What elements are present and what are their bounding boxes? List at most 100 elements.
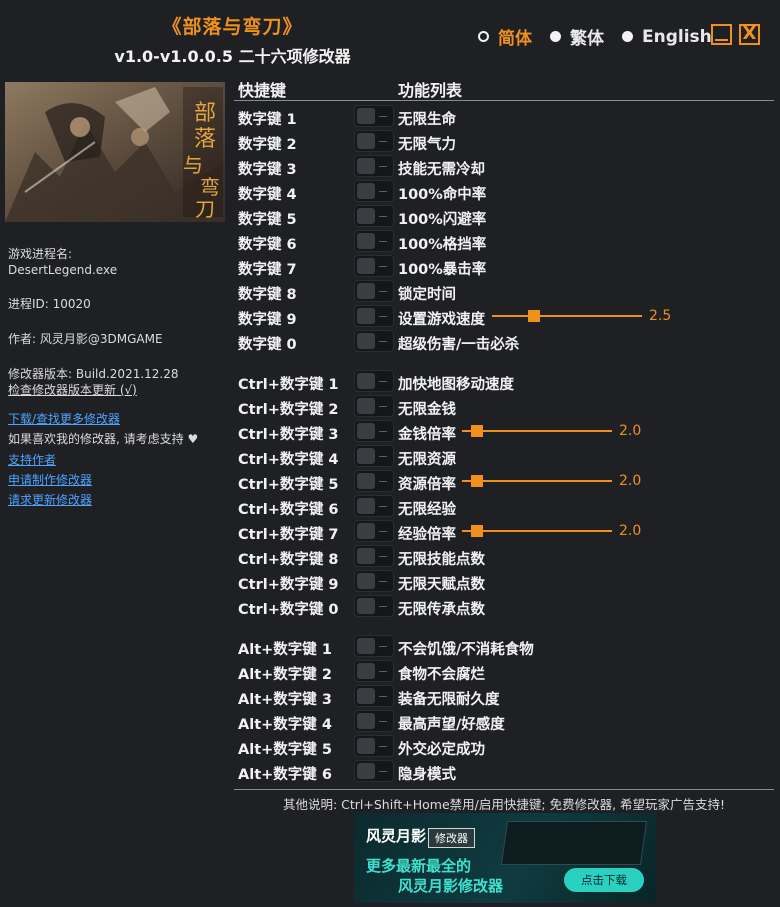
cheat-toggle[interactable] [354, 760, 394, 782]
cheat-toggle[interactable] [354, 420, 394, 442]
toggle-knob [357, 333, 375, 349]
close-icon: X [742, 23, 757, 44]
cheat-toggle[interactable] [354, 370, 394, 392]
request-update-link[interactable]: 请求更新修改器 [8, 492, 92, 508]
cover-title-char: 部 [194, 101, 216, 126]
cheat-toggle[interactable] [354, 545, 394, 567]
cheat-toggle[interactable] [354, 230, 394, 252]
toggle-knob [357, 448, 375, 464]
function-label: 无限资源 [398, 452, 456, 468]
radio-selected-icon [478, 31, 489, 42]
cheat-row: Ctrl+数字键 5 资源倍率 2.0 [238, 469, 778, 494]
radio-dot-icon [550, 31, 561, 42]
function-label: 不会饥饿/不消耗食物 [398, 642, 534, 658]
support-author-link[interactable]: 支持作者 [8, 452, 56, 468]
cheat-toggle[interactable] [354, 155, 394, 177]
cover-art: 部 落 与 弯 刀 [5, 82, 225, 222]
ad-line-2: 风灵月影修改器 [398, 877, 504, 895]
function-label: 隐身模式 [398, 767, 456, 783]
cheat-toggle[interactable] [354, 395, 394, 417]
cheat-toggle[interactable] [354, 660, 394, 682]
cheat-row: Alt+数字键 3 装备无限耐久度 [238, 684, 778, 709]
cheat-toggle[interactable] [354, 330, 394, 352]
ad-tag: 修改器 [428, 828, 475, 848]
cheat-toggle[interactable] [354, 520, 394, 542]
toggle-off-mark [379, 381, 387, 382]
cheat-toggle[interactable] [354, 305, 394, 327]
footer-divider [234, 789, 774, 790]
slider-thumb[interactable] [471, 525, 483, 537]
slider-thumb[interactable] [528, 310, 540, 322]
ad-banner[interactable]: 风灵月影 修改器 更多最新最全的 风灵月影修改器 点击下载 [354, 813, 656, 903]
toggle-off-mark [379, 581, 387, 582]
value-slider[interactable] [492, 310, 642, 322]
cheat-toggle[interactable] [354, 710, 394, 732]
function-label: 经验倍率 [398, 527, 456, 543]
slider-value: 2.0 [619, 473, 642, 489]
hotkey-label: 数字键 6 [238, 237, 297, 253]
cheat-row: 数字键 4 100%命中率 [238, 179, 778, 204]
author-info: 作者: 风灵月影@3DMGAME [8, 332, 163, 346]
function-label: 技能无需冷却 [398, 162, 485, 178]
toggle-off-mark [379, 241, 387, 242]
process-label: 游戏进程名: [8, 247, 73, 261]
toggle-knob [357, 133, 375, 149]
cheat-row: 数字键 0 超级伤害/一击必杀 [238, 329, 778, 354]
cheat-row: Ctrl+数字键 7 经验倍率 2.0 [238, 519, 778, 544]
ad-screenshot [500, 821, 648, 865]
slider-value: 2.0 [619, 523, 642, 539]
cheat-toggle[interactable] [354, 105, 394, 127]
cheat-toggle[interactable] [354, 255, 394, 277]
function-label: 超级伤害/一击必杀 [398, 337, 520, 353]
cheat-toggle[interactable] [354, 470, 394, 492]
toggle-knob [357, 573, 375, 589]
toggle-off-mark [379, 141, 387, 142]
check-update-link[interactable]: 检查修改器版本更新 (√) [8, 382, 137, 398]
ad-line-1: 更多最新最全的 [366, 857, 472, 875]
cheat-row: Alt+数字键 1 不会饥饿/不消耗食物 [238, 634, 778, 659]
value-slider[interactable] [462, 475, 612, 487]
cheat-row: Alt+数字键 2 食物不会腐烂 [238, 659, 778, 684]
toggle-off-mark [379, 431, 387, 432]
function-label: 100%格挡率 [398, 237, 487, 253]
minimize-button[interactable] [711, 24, 732, 45]
lang-simplified-radio[interactable]: 简体 [478, 24, 532, 49]
lang-english-radio[interactable]: English [622, 27, 712, 47]
hotkey-header: 快捷键 [238, 81, 287, 100]
cheat-row: 数字键 6 100%格挡率 [238, 229, 778, 254]
ad-download-button[interactable]: 点击下载 [564, 868, 644, 892]
hotkey-label: Ctrl+数字键 0 [238, 602, 339, 618]
cheat-toggle[interactable] [354, 685, 394, 707]
cheat-row: Ctrl+数字键 9 无限天赋点数 [238, 569, 778, 594]
hotkey-label: Alt+数字键 3 [238, 692, 332, 708]
toggle-knob [357, 158, 375, 174]
game-title: 《部落与弯刀》 [162, 16, 303, 38]
cheat-toggle[interactable] [354, 595, 394, 617]
close-button[interactable]: X [739, 24, 760, 45]
cheat-row: Ctrl+数字键 6 无限经验 [238, 494, 778, 519]
svg-text:落: 落 [194, 127, 216, 152]
cheat-toggle[interactable] [354, 205, 394, 227]
value-slider[interactable] [462, 525, 612, 537]
request-make-link[interactable]: 申请制作修改器 [8, 472, 92, 488]
toggle-off-mark [379, 456, 387, 457]
function-label: 设置游戏速度 [398, 312, 485, 328]
hotkey-label: 数字键 7 [238, 262, 297, 278]
cheat-toggle[interactable] [354, 495, 394, 517]
lang-traditional-radio[interactable]: 繁体 [550, 24, 604, 49]
value-slider[interactable] [462, 425, 612, 437]
slider-thumb[interactable] [471, 425, 483, 437]
cheat-toggle[interactable] [354, 735, 394, 757]
cheat-toggle[interactable] [354, 635, 394, 657]
cheat-row: Ctrl+数字键 4 无限资源 [238, 444, 778, 469]
cheat-toggle[interactable] [354, 570, 394, 592]
cheat-toggle[interactable] [354, 445, 394, 467]
slider-thumb[interactable] [471, 475, 483, 487]
cheat-toggle[interactable] [354, 180, 394, 202]
cheat-toggle[interactable] [354, 280, 394, 302]
toggle-off-mark [379, 746, 387, 747]
function-label: 装备无限耐久度 [398, 692, 500, 708]
download-more-link[interactable]: 下载/查找更多修改器 [8, 411, 120, 427]
hotkey-label: Ctrl+数字键 1 [238, 377, 339, 393]
cheat-toggle[interactable] [354, 130, 394, 152]
